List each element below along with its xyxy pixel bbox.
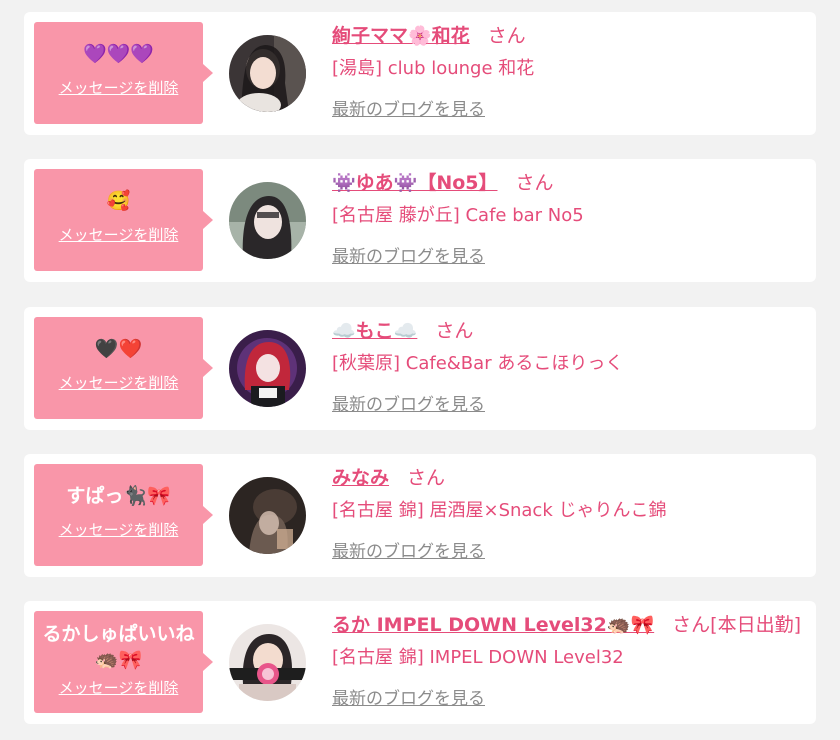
shop-label: [名古屋 錦] IMPEL DOWN Level32 (332, 647, 624, 668)
name-line: ☁️もこ☁️ さん (332, 317, 806, 345)
avatar-photo-icon (229, 330, 306, 407)
profile-name-link[interactable]: みなみ (332, 467, 389, 489)
latest-blog-link[interactable]: 最新のブログを見る (332, 684, 485, 709)
delete-message-link[interactable]: メッセージを削除 (59, 224, 179, 245)
shop-label: [名古屋 藤が丘] Cafe bar No5 (332, 205, 584, 226)
avatar[interactable] (229, 624, 306, 701)
latest-blog-link[interactable]: 最新のブログを見る (332, 95, 485, 120)
avatar-photo-icon (229, 35, 306, 112)
delete-message-link[interactable]: メッセージを削除 (59, 77, 179, 98)
profile-info: るか IMPEL DOWN Level32🦔🎀 さん[本日出勤] [名古屋 錦] … (332, 611, 806, 709)
honorific: さん (487, 25, 526, 47)
profile-name-link[interactable]: 絢子ママ🌸和花 (332, 25, 470, 47)
message-card: 🖤❤️ メッセージを削除 ☁️もこ☁️ さん [秋葉原] Cafe&Bar あるこ… (24, 307, 816, 430)
honorific: さん (515, 172, 554, 194)
message-bubble: 💜💜💜 メッセージを削除 (34, 22, 213, 124)
message-text: 🖤❤️ (94, 338, 143, 360)
message-bubble: 🖤❤️ メッセージを削除 (34, 317, 213, 419)
delete-message-link[interactable]: メッセージを削除 (59, 677, 179, 698)
avatar-photo-icon (229, 477, 306, 554)
delete-message-link[interactable]: メッセージを削除 (59, 519, 179, 540)
avatar[interactable] (229, 477, 306, 554)
avatar[interactable] (229, 35, 306, 112)
message-card: 💜💜💜 メッセージを削除 絢子ママ🌸和花 さん [湯島] club lounge … (24, 12, 816, 135)
profile-info: みなみ さん [名古屋 錦] 居酒屋×Snack じゃりんこ錦 最新のブログを見る (332, 464, 806, 562)
honorific: さん (407, 467, 446, 489)
avatar-photo-icon (229, 624, 306, 701)
message-text: 💜💜💜 (83, 43, 154, 65)
profile-name-link[interactable]: 👾ゆあ👾【No5】 (332, 172, 498, 194)
status-label: [本日出勤] (710, 614, 801, 636)
name-line: 絢子ママ🌸和花 さん (332, 22, 806, 50)
profile-name-link[interactable]: るか IMPEL DOWN Level32🦔🎀 (332, 614, 654, 636)
message-text: すぱっ🐈‍⬛🎀 (66, 485, 171, 507)
message-bubble: すぱっ🐈‍⬛🎀 メッセージを削除 (34, 464, 213, 566)
name-line: 👾ゆあ👾【No5】 さん (332, 169, 806, 197)
delete-message-link[interactable]: メッセージを削除 (59, 372, 179, 393)
latest-blog-link[interactable]: 最新のブログを見る (332, 242, 485, 267)
shop-label: [名古屋 錦] 居酒屋×Snack じゃりんこ錦 (332, 500, 667, 521)
latest-blog-link[interactable]: 最新のブログを見る (332, 537, 485, 562)
honorific: さん (672, 614, 711, 636)
name-line: るか IMPEL DOWN Level32🦔🎀 さん[本日出勤] (332, 611, 806, 639)
message-text: るかしゅぱいいね🦔🎀 (42, 623, 195, 671)
profile-info: 👾ゆあ👾【No5】 さん [名古屋 藤が丘] Cafe bar No5 最新のブロ… (332, 169, 806, 267)
profile-info: ☁️もこ☁️ さん [秋葉原] Cafe&Bar あるこほりっく 最新のブログを見… (332, 317, 806, 415)
avatar[interactable] (229, 330, 306, 407)
shop-label: [湯島] club lounge 和花 (332, 58, 535, 79)
shop-label: [秋葉原] Cafe&Bar あるこほりっく (332, 353, 624, 374)
message-card: 🥰 メッセージを削除 👾ゆあ👾【No5】 さん [名古屋 藤が丘] Cafe ba… (24, 159, 816, 282)
name-line: みなみ さん (332, 464, 806, 492)
message-bubble: るかしゅぱいいね🦔🎀 メッセージを削除 (34, 611, 213, 713)
avatar[interactable] (229, 182, 306, 259)
message-card: すぱっ🐈‍⬛🎀 メッセージを削除 みなみ さん [名古屋 錦] 居酒屋×Snack… (24, 454, 816, 577)
honorific: さん (435, 320, 474, 342)
avatar-photo-icon (229, 182, 306, 259)
message-card: るかしゅぱいいね🦔🎀 メッセージを削除 るか IMPEL DOWN Level3… (24, 601, 816, 724)
latest-blog-link[interactable]: 最新のブログを見る (332, 390, 485, 415)
message-bubble: 🥰 メッセージを削除 (34, 169, 213, 271)
profile-info: 絢子ママ🌸和花 さん [湯島] club lounge 和花 最新のブログを見る (332, 22, 806, 120)
profile-name-link[interactable]: ☁️もこ☁️ (332, 320, 417, 342)
message-text: 🥰 (106, 190, 131, 212)
